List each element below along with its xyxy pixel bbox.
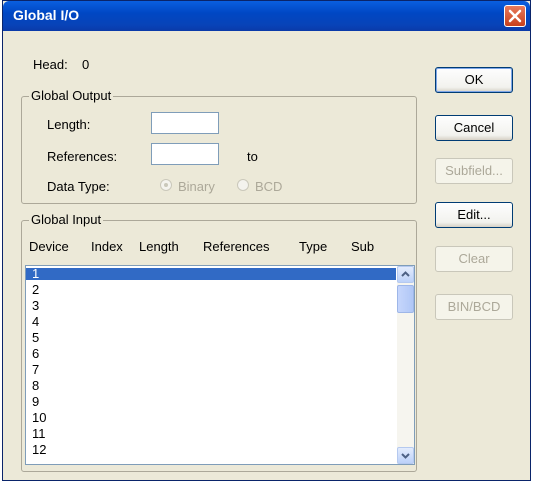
chevron-up-icon (401, 271, 410, 277)
list-item[interactable]: 4 (26, 315, 396, 328)
title-bar[interactable]: Global I/O (3, 1, 530, 31)
col-device: Device (29, 239, 69, 254)
list-item[interactable]: 11 (26, 427, 396, 440)
window-title: Global I/O (13, 7, 80, 23)
global-input-list[interactable]: 1 2 3 4 5 6 7 8 9 10 11 12 (25, 265, 415, 465)
close-icon (508, 9, 522, 23)
cancel-button[interactable]: Cancel (435, 115, 513, 141)
col-length: Length (139, 239, 179, 254)
global-input-label: Global Input (29, 212, 104, 227)
col-index: Index (91, 239, 123, 254)
data-type-label: Data Type: (47, 179, 110, 194)
bcd-radio[interactable] (237, 179, 249, 191)
references-input[interactable] (151, 143, 219, 165)
chevron-down-icon (401, 453, 410, 459)
scroll-thumb[interactable] (397, 285, 414, 313)
list-item[interactable]: 12 (26, 443, 396, 456)
list-item[interactable]: 2 (26, 283, 396, 296)
list-item[interactable]: 5 (26, 331, 396, 344)
global-io-dialog: Global I/O Head: 0 Global Output Length:… (2, 0, 531, 481)
col-sub: Sub (351, 239, 375, 254)
global-output-label: Global Output (29, 88, 114, 103)
col-type: Type (299, 239, 328, 254)
close-button[interactable] (504, 5, 526, 27)
scroll-down-button[interactable] (397, 447, 414, 464)
binary-radio-label: Binary (178, 179, 215, 194)
head-label: Head: (33, 57, 68, 72)
edit-button[interactable]: Edit... (435, 202, 513, 228)
bcd-radio-label: BCD (255, 179, 283, 194)
to-label: to (247, 149, 258, 164)
ok-button[interactable]: OK (435, 67, 513, 93)
head-value: 0 (82, 57, 90, 72)
length-label: Length: (47, 117, 91, 132)
col-references: References (203, 239, 270, 254)
list-item[interactable]: 10 (26, 411, 396, 424)
scroll-up-button[interactable] (397, 266, 414, 283)
length-input[interactable] (151, 112, 219, 134)
list-item[interactable]: 1 (26, 267, 396, 280)
list-item[interactable]: 3 (26, 299, 396, 312)
list-item[interactable]: 7 (26, 363, 396, 376)
list-item[interactable]: 6 (26, 347, 396, 360)
vertical-scrollbar[interactable] (397, 266, 414, 464)
list-item[interactable]: 9 (26, 395, 396, 408)
references-label: References: (47, 149, 118, 164)
clear-button[interactable]: Clear (435, 246, 513, 272)
subfield-button[interactable]: Subfield... (435, 158, 513, 184)
bin-bcd-button[interactable]: BIN/BCD (435, 294, 513, 320)
binary-radio[interactable] (160, 179, 172, 191)
list-item[interactable]: 8 (26, 379, 396, 392)
